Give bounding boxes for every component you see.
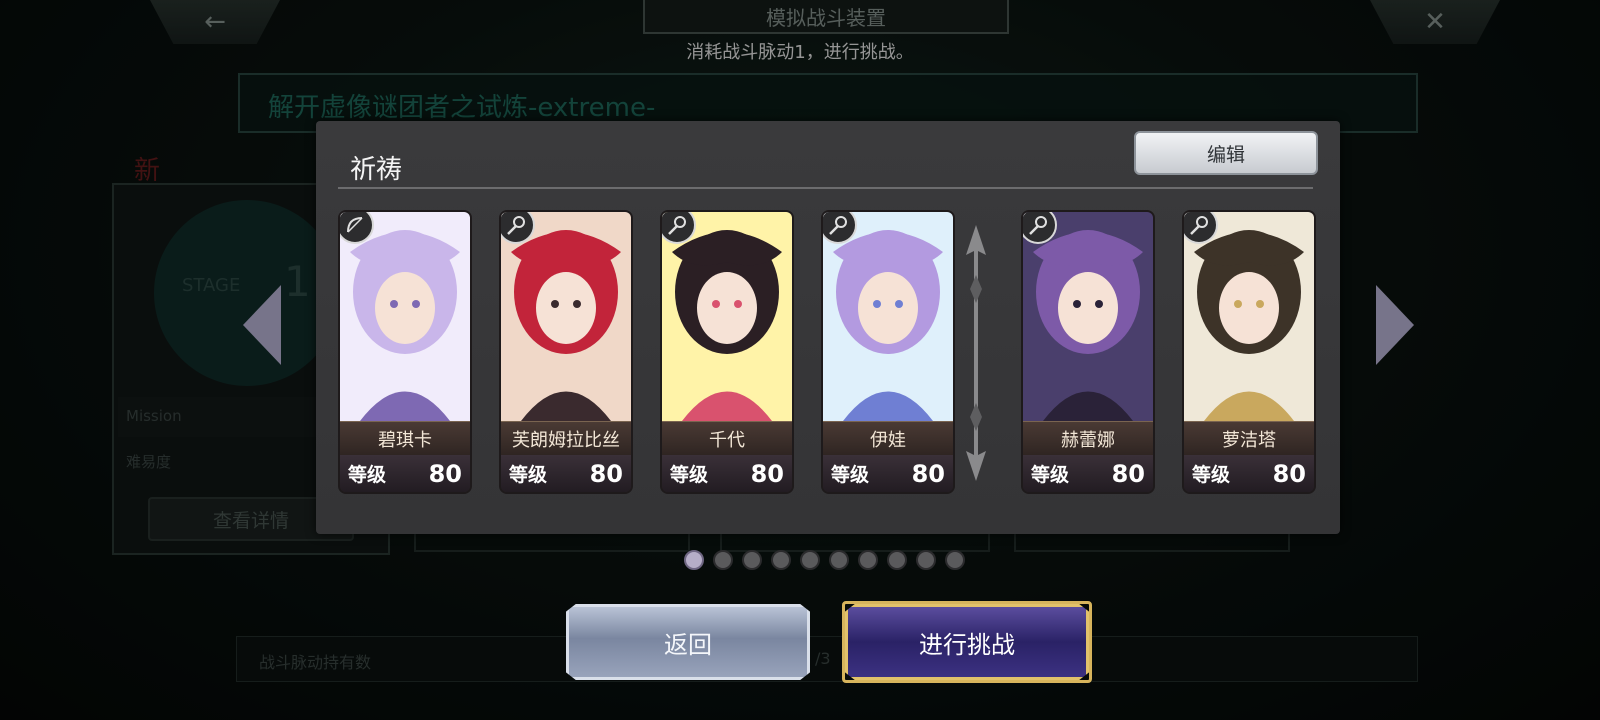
character-level: 等级 80: [1184, 455, 1314, 492]
level-label: 等级: [509, 464, 548, 486]
level-value: 80: [911, 459, 945, 488]
edit-party-button[interactable]: 编辑: [1134, 131, 1318, 175]
character-level: 等级 80: [501, 455, 631, 492]
page-indicator: [684, 550, 965, 570]
character-card[interactable]: 千代 等级 80: [662, 212, 792, 492]
level-value: 80: [750, 459, 784, 488]
start-challenge-button[interactable]: 进行挑战: [845, 604, 1089, 680]
page-dot[interactable]: [771, 550, 791, 570]
character-name: 赫蕾娜: [1023, 421, 1153, 455]
page-dot[interactable]: [713, 550, 733, 570]
character-level: 等级 80: [823, 455, 953, 492]
level-label: 等级: [831, 464, 870, 486]
page-dot[interactable]: [800, 550, 820, 570]
level-label: 等级: [348, 464, 387, 486]
character-name: 碧琪卡: [340, 421, 470, 455]
character-card[interactable]: 萝洁塔 等级 80: [1184, 212, 1314, 492]
level-value: 80: [589, 459, 623, 488]
level-label: 等级: [1192, 464, 1231, 486]
return-button[interactable]: 返回: [566, 604, 810, 680]
page-dot[interactable]: [742, 550, 762, 570]
level-value: 80: [1111, 459, 1145, 488]
character-level: 等级 80: [1023, 455, 1153, 492]
party-name: 祈祷: [350, 155, 403, 185]
level-value: 80: [428, 459, 462, 488]
character-name: 芙朗姆拉比丝: [501, 421, 631, 455]
level-label: 等级: [1031, 464, 1070, 486]
page-dot[interactable]: [887, 550, 907, 570]
party-modal: 祈祷 编辑 碧琪卡 等级 80 芙朗姆拉比丝 等级 80 千代 等级 80 伊娃…: [316, 121, 1340, 534]
page-dot[interactable]: [916, 550, 936, 570]
double-arrow-divider-icon: [966, 225, 986, 481]
character-name: 千代: [662, 421, 792, 455]
level-value: 80: [1272, 459, 1306, 488]
character-card[interactable]: 伊娃 等级 80: [823, 212, 953, 492]
character-level: 等级 80: [340, 455, 470, 492]
prev-page-arrow-icon[interactable]: [243, 285, 281, 365]
character-card[interactable]: 碧琪卡 等级 80: [340, 212, 470, 492]
page-dot[interactable]: [945, 550, 965, 570]
character-name: 伊娃: [823, 421, 953, 455]
character-card[interactable]: 芙朗姆拉比丝 等级 80: [501, 212, 631, 492]
page-dot[interactable]: [684, 550, 704, 570]
level-label: 等级: [670, 464, 709, 486]
character-card[interactable]: 赫蕾娜 等级 80: [1023, 212, 1153, 492]
page-dot[interactable]: [829, 550, 849, 570]
character-name: 萝洁塔: [1184, 421, 1314, 455]
character-level: 等级 80: [662, 455, 792, 492]
title-divider: [338, 187, 1313, 189]
next-page-arrow-icon[interactable]: [1376, 285, 1414, 365]
page-dot[interactable]: [858, 550, 878, 570]
